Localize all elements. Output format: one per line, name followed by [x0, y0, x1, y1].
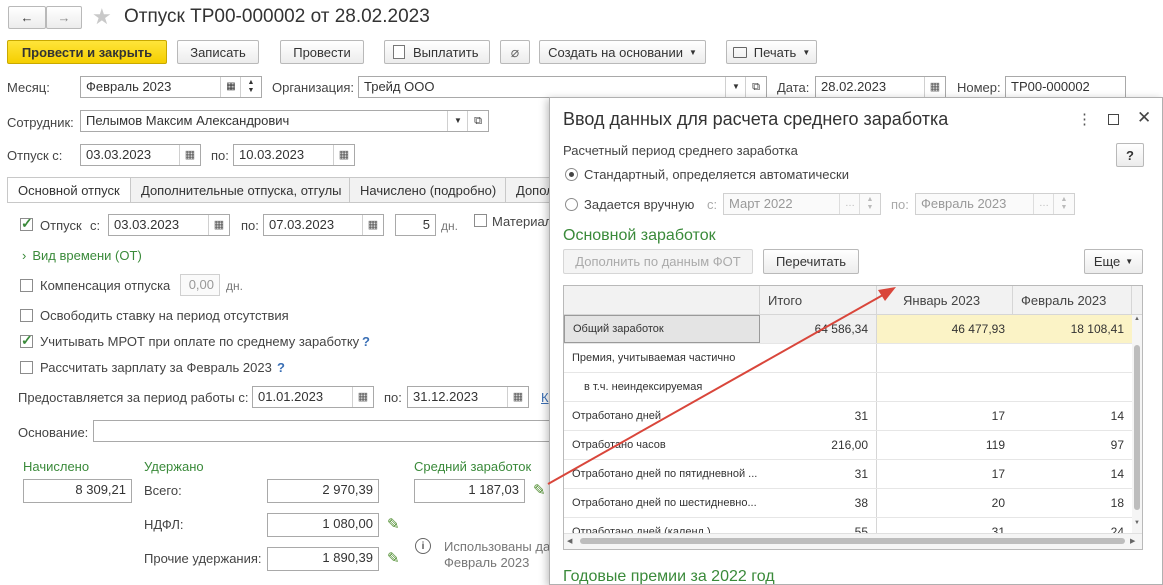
annotation-arrow-head: [878, 287, 896, 301]
annotation-arrow: [547, 287, 896, 485]
annotation-arrow-line: [547, 290, 891, 485]
